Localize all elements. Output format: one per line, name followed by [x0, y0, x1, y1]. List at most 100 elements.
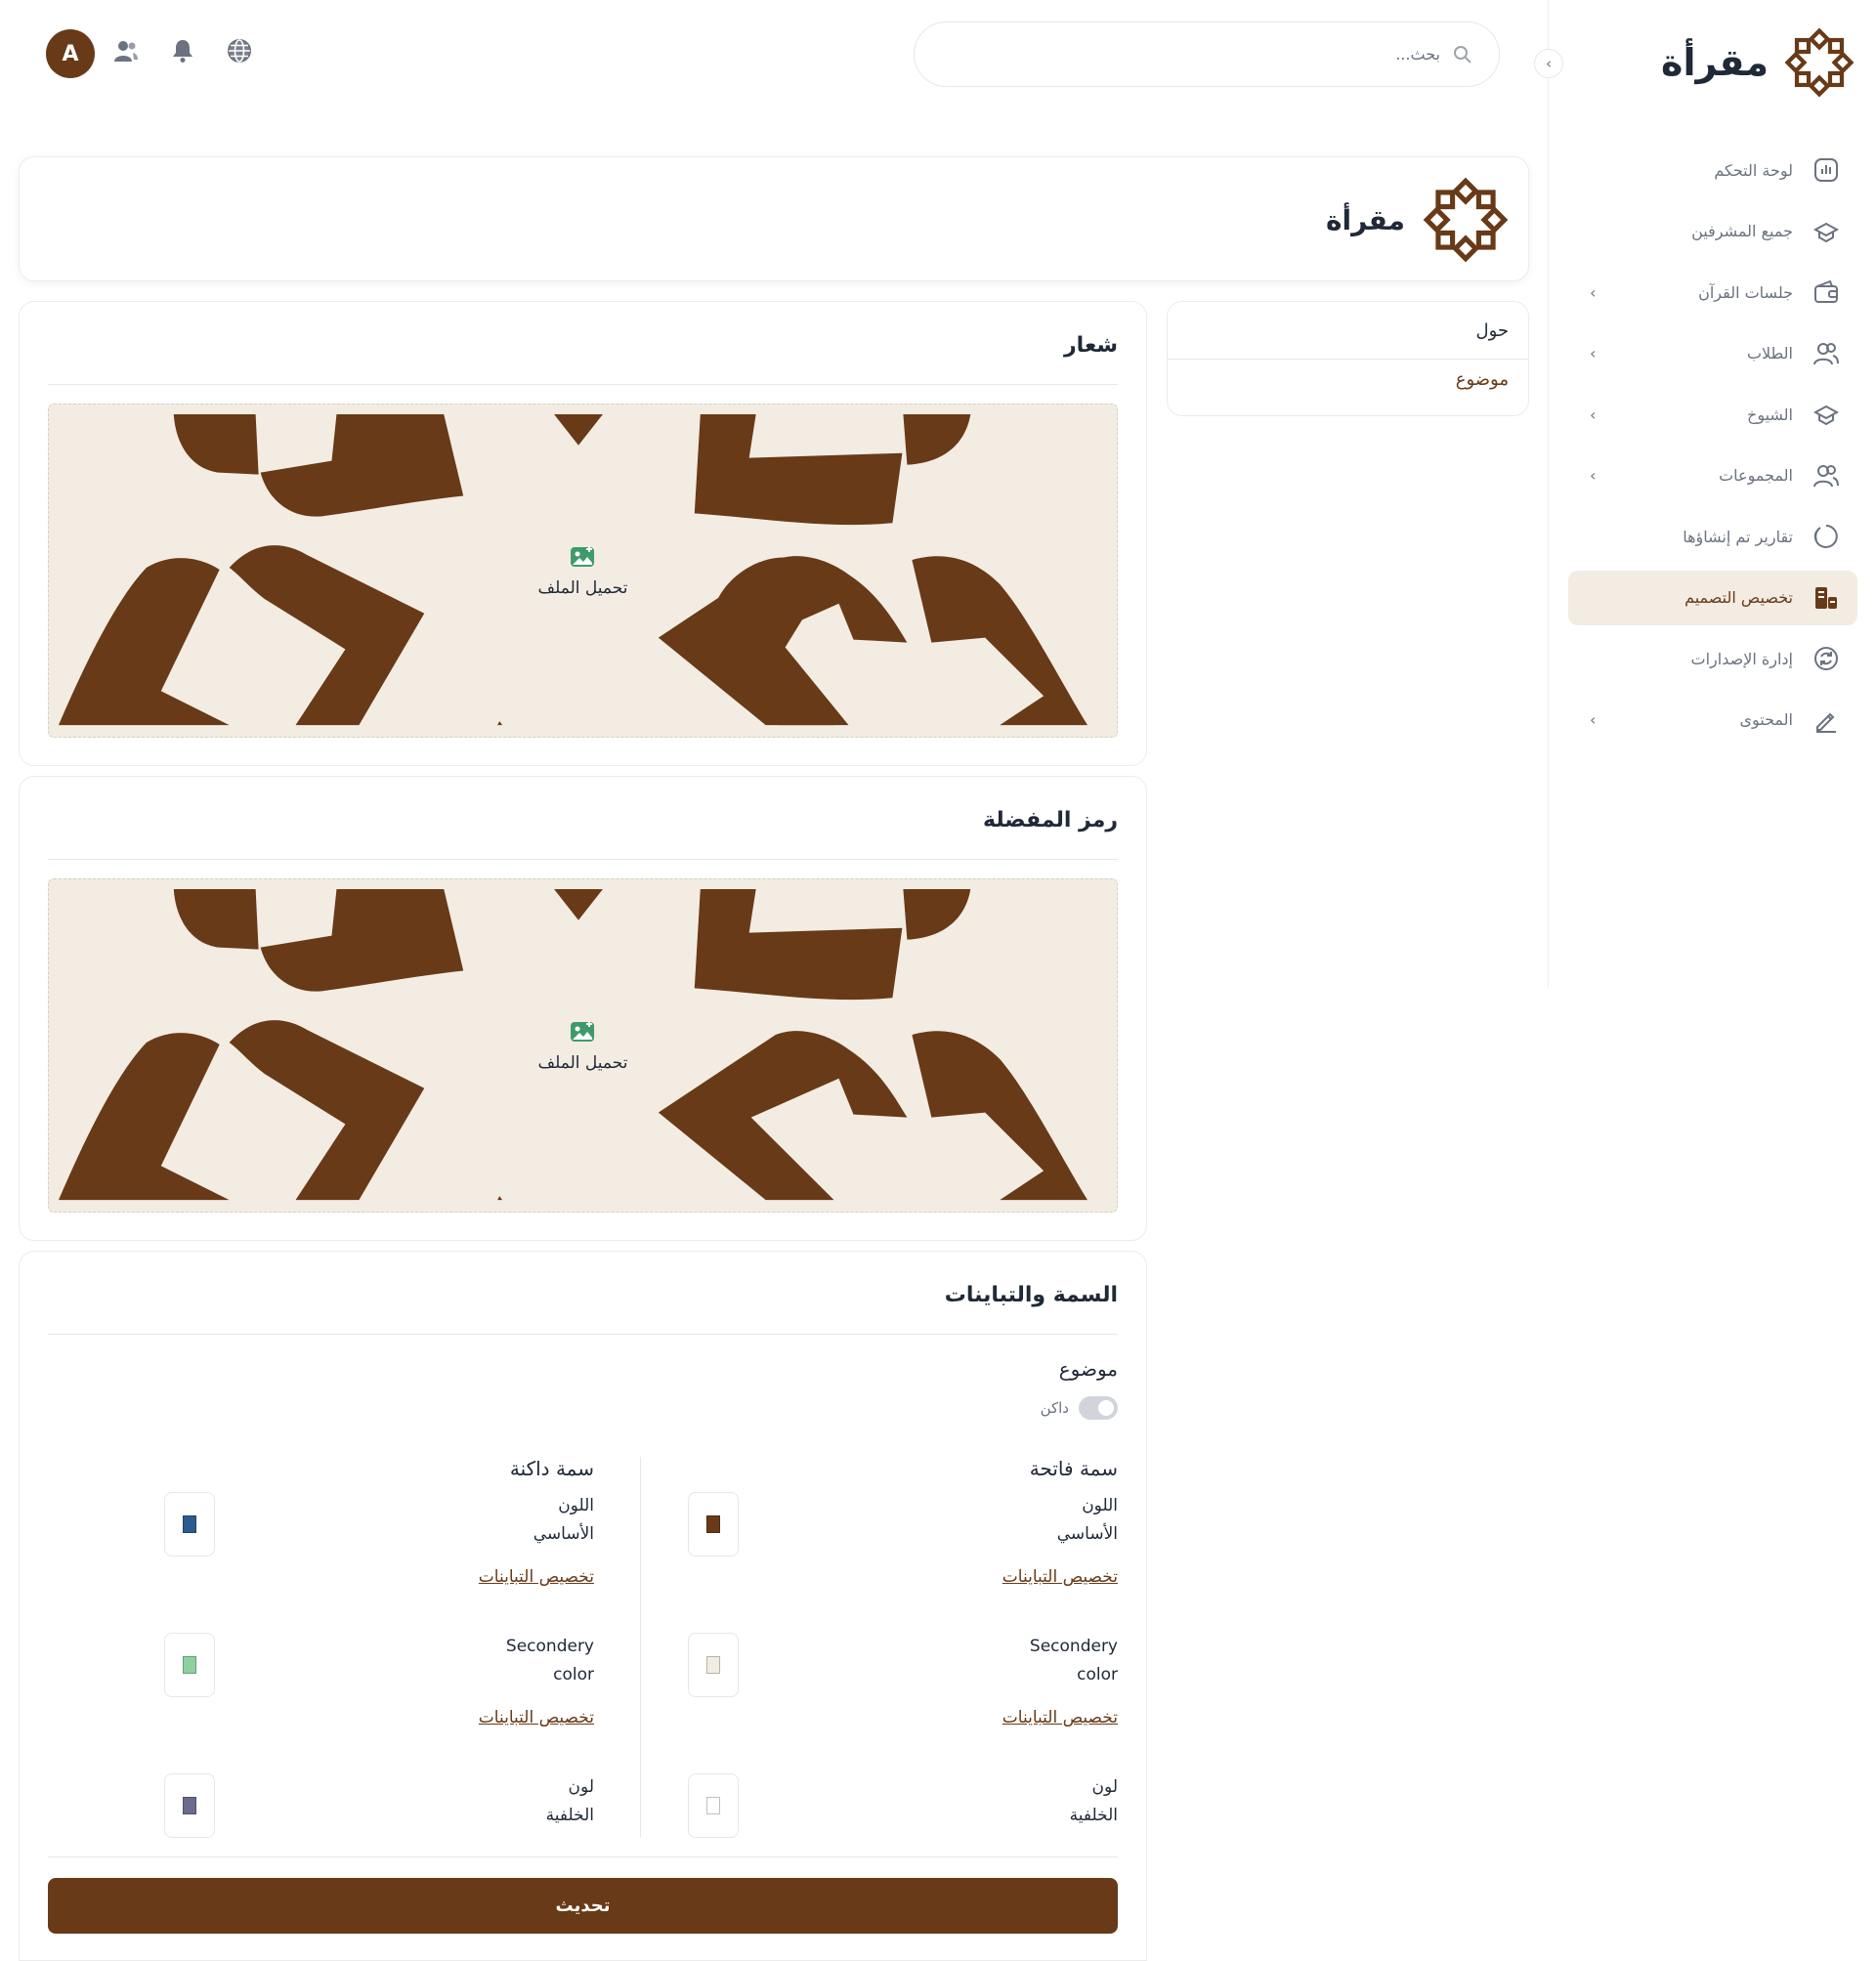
color-label-line: لون	[1091, 1777, 1118, 1797]
color-swatch	[706, 1656, 720, 1674]
primary-color-picker[interactable]	[164, 1492, 215, 1556]
secondary-color-picker[interactable]	[688, 1633, 739, 1697]
sidebar-item-label: تخصيص التصميم	[1684, 588, 1793, 607]
sidebar-item-supervisors[interactable]: جميع المشرفين	[1568, 204, 1857, 259]
favicon-section: رمز المفضلة تحميل الملف	[19, 776, 1147, 1241]
globe-icon[interactable]	[227, 38, 252, 64]
color-label-line: الأساسي	[1056, 1524, 1118, 1544]
dark-theme-column: سمة داكنة اللون الأساسي تخصيص التباينات S…	[164, 1457, 594, 1848]
avatar[interactable]: A	[46, 29, 95, 78]
color-label: اللون الأساسي	[1001, 1492, 1118, 1549]
customize-contrast-link[interactable]: تخصيص التباينات	[479, 1567, 594, 1587]
customize-contrast-link[interactable]: تخصيص التباينات	[1002, 1567, 1118, 1587]
section-title: رمز المفضلة	[982, 808, 1118, 832]
chevron-left-icon: ‹	[1546, 55, 1552, 72]
image-upload-icon	[571, 546, 595, 567]
search-icon	[1454, 46, 1471, 64]
color-label-line: الأساسي	[533, 1524, 594, 1544]
color-label-line: اللون	[558, 1496, 594, 1515]
chevron-left-icon: ‹	[1590, 405, 1597, 424]
color-swatch	[183, 1656, 196, 1674]
background-color-picker[interactable]	[688, 1773, 739, 1838]
customize-contrast-link[interactable]: تخصيص التباينات	[479, 1708, 594, 1727]
sidebar-item-groups[interactable]: المجموعات ‹	[1568, 448, 1857, 503]
sidebar-item-label: لوحة التحكم	[1714, 160, 1793, 180]
menu-item-about[interactable]: حول	[1168, 302, 1528, 359]
brand-logo-icon	[1784, 27, 1855, 98]
upload-prompt[interactable]: تحميل الملف	[528, 537, 638, 604]
users-icon	[1813, 342, 1839, 364]
divider	[48, 384, 1118, 385]
brand-name: مقرأة	[1661, 41, 1769, 84]
sidebar-item-label: إدارة الإصدارات	[1690, 649, 1793, 668]
graduation-cap-icon	[1812, 405, 1840, 426]
dark-mode-toggle-row: داكن	[1041, 1396, 1118, 1420]
color-label: لون الخلفية	[477, 1773, 594, 1830]
image-upload-icon	[571, 1021, 595, 1042]
upload-prompt[interactable]: تحميل الملف	[528, 1012, 638, 1079]
color-label-line: color	[553, 1665, 594, 1684]
brand-logo-icon	[1423, 177, 1509, 263]
chevron-left-icon: ‹	[1590, 466, 1597, 485]
bell-icon[interactable]	[170, 38, 195, 64]
favicon-upload-dropzone[interactable]: تحميل الملف	[48, 878, 1118, 1213]
sidebar-item-label: الطلاب	[1746, 344, 1793, 362]
design-icon	[1815, 586, 1837, 609]
dark-mode-toggle[interactable]	[1079, 1396, 1118, 1420]
color-label: Secondery color	[477, 1633, 594, 1689]
search-input[interactable]	[915, 22, 1473, 86]
color-swatch	[706, 1797, 720, 1814]
menu-item-theme[interactable]: موضوع	[1168, 359, 1528, 405]
background-color-picker[interactable]	[164, 1773, 215, 1838]
sidebar-item-reports[interactable]: تقارير تم إنشاؤها	[1568, 509, 1857, 564]
theme-subtitle: موضوع	[1058, 1357, 1118, 1381]
logo-upload-dropzone[interactable]: تحميل الملف	[48, 404, 1118, 738]
brand-header-card: مقرأة	[19, 156, 1529, 281]
secondary-color-picker[interactable]	[164, 1633, 215, 1697]
avatar-initial: A	[62, 41, 79, 66]
update-button[interactable]: تحديث	[48, 1878, 1118, 1934]
sidebar-item-sheikhs[interactable]: الشيوخ ‹	[1568, 387, 1857, 442]
color-swatch	[183, 1515, 196, 1533]
section-title: السمة والتباينات	[944, 1283, 1118, 1307]
chevron-left-icon: ‹	[1590, 344, 1597, 362]
settings-menu: حول موضوع	[1167, 301, 1529, 416]
sidebar-item-dashboard[interactable]: لوحة التحكم	[1568, 143, 1857, 197]
customize-contrast-link[interactable]: تخصيص التباينات	[1002, 1708, 1118, 1727]
color-label-line: Secondery	[505, 1637, 594, 1656]
color-label: لون الخلفية	[1001, 1773, 1118, 1830]
sidebar-item-label: المحتوى	[1739, 710, 1793, 729]
users-icon[interactable]	[113, 38, 139, 64]
pencil-icon	[1816, 712, 1836, 733]
sidebar-nav: لوحة التحكم جميع المشرفين جلسات القرآن ‹…	[1568, 143, 1857, 753]
section-title: شعار	[1064, 333, 1118, 358]
color-label-line: الخلفية	[545, 1806, 594, 1825]
upload-label: تحميل الملف	[537, 578, 628, 598]
sidebar-item-content[interactable]: المحتوى ‹	[1568, 693, 1857, 747]
sidebar-item-quran-sessions[interactable]: جلسات القرآن ‹	[1568, 265, 1857, 320]
color-label-line: اللون	[1082, 1496, 1118, 1515]
color-label-line: لون	[568, 1777, 594, 1797]
sidebar: مقرأة ‹ لوحة التحكم جميع المشرفين جلسات …	[1534, 0, 1876, 987]
sidebar-item-label: جميع المشرفين	[1691, 222, 1793, 240]
color-swatch	[706, 1515, 720, 1533]
chevron-left-icon: ‹	[1590, 710, 1597, 729]
sidebar-item-releases[interactable]: إدارة الإصدارات	[1568, 631, 1857, 686]
sidebar-item-students[interactable]: الطلاب ‹	[1568, 326, 1857, 381]
users-icon	[1813, 464, 1839, 487]
color-label: Secondery color	[1001, 1633, 1118, 1689]
sidebar-collapse-button[interactable]: ‹	[1534, 49, 1563, 78]
color-label-line: الخلفية	[1069, 1806, 1118, 1825]
primary-color-picker[interactable]	[688, 1492, 739, 1556]
sidebar-item-label: تقارير تم إنشاؤها	[1683, 527, 1793, 546]
divider	[48, 1334, 1118, 1335]
chevron-left-icon: ‹	[1590, 282, 1597, 302]
column-title: سمة داكنة	[509, 1457, 594, 1480]
sidebar-item-label: جلسات القرآن	[1698, 282, 1793, 302]
sidebar-item-design[interactable]: تخصيص التصميم	[1568, 570, 1857, 625]
color-label: اللون الأساسي	[477, 1492, 594, 1549]
search-bar[interactable]	[914, 21, 1500, 87]
brand-block: مقرأة	[1326, 177, 1509, 263]
toggle-label: داكن	[1040, 1399, 1069, 1417]
sidebar-brand[interactable]: مقرأة	[1661, 27, 1855, 98]
